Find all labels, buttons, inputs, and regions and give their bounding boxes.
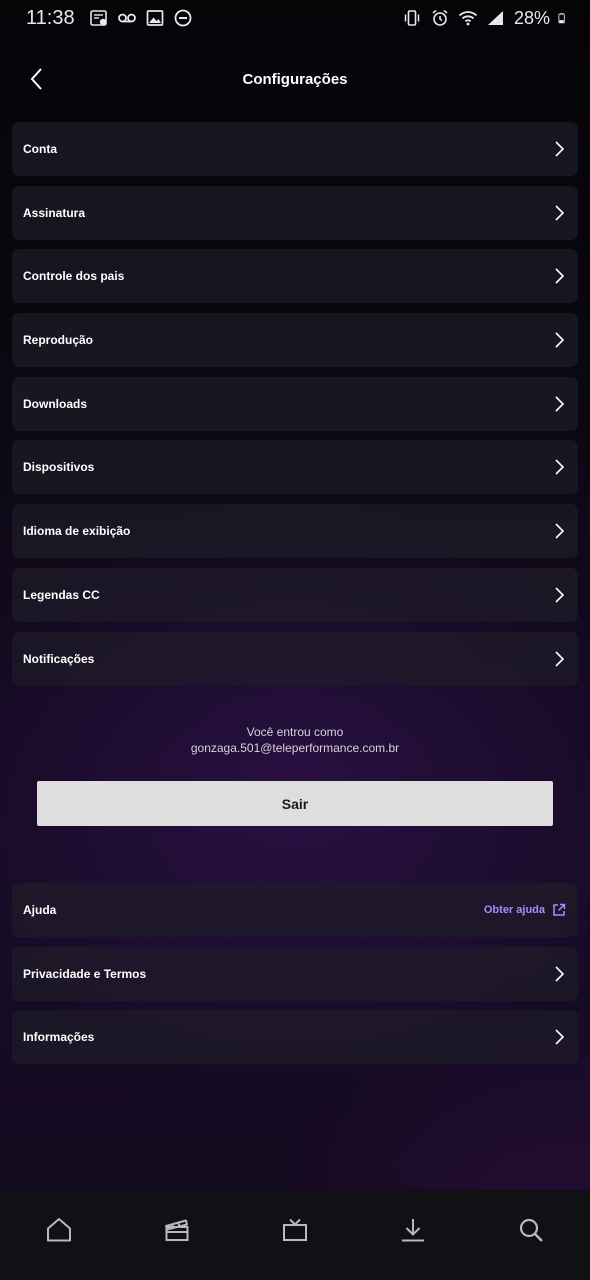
login-info: Você entrou como gonzaga.501@teleperform… xyxy=(0,724,590,756)
settings-item-label: Assinatura xyxy=(23,205,86,220)
settings-item-label: Privacidade e Termos xyxy=(23,966,147,981)
chevron-right-icon xyxy=(555,966,565,982)
tv-icon xyxy=(283,1218,307,1241)
chevron-right-icon xyxy=(555,205,565,221)
vibrate-icon xyxy=(404,10,420,26)
settings-item-label: Ajuda xyxy=(23,903,57,917)
chevron-right-icon xyxy=(555,650,565,667)
settings-item-legendas[interactable]: Legendas CC xyxy=(12,567,578,622)
settings-item-label: Downloads xyxy=(23,396,88,411)
settings-item-notificacoes[interactable]: Notificações xyxy=(12,631,578,686)
settings-item-label: Dispositivos xyxy=(23,460,95,475)
support-list: Ajuda Obter ajuda Privacidade e Termos I… xyxy=(12,883,578,1074)
status-time: 11:38 xyxy=(26,6,75,29)
chevron-right-icon xyxy=(555,587,565,603)
settings-item-downloads[interactable]: Downloads xyxy=(12,376,578,431)
settings-item-privacidade[interactable]: Privacidade e Termos xyxy=(12,946,578,1001)
battery-icon xyxy=(558,13,565,24)
account-email: gonzaga.501@teleperformance.com.br xyxy=(190,741,400,755)
signout-button[interactable]: Sair xyxy=(37,781,553,826)
settings-item-idioma[interactable]: Idioma de exibição xyxy=(12,504,578,559)
nav-movies[interactable] xyxy=(147,1216,207,1244)
chevron-right-icon xyxy=(555,332,565,348)
movies-icon xyxy=(165,1219,189,1241)
settings-list: Conta Assinatura Controle dos pais Repro… xyxy=(12,122,578,695)
settings-item-label: Controle dos pais xyxy=(23,269,125,284)
settings-item-label: Informações xyxy=(23,1030,95,1045)
nav-home[interactable] xyxy=(29,1216,89,1244)
get-help-label: Obter ajuda xyxy=(483,904,545,916)
settings-item-label: Conta xyxy=(23,142,57,156)
status-bar: 11:38 28% xyxy=(0,0,590,36)
nav-search[interactable] xyxy=(501,1216,561,1244)
settings-item-label: Reprodução xyxy=(23,333,94,348)
chevron-left-icon xyxy=(30,68,42,90)
settings-item-assinatura[interactable]: Assinatura xyxy=(12,185,578,240)
get-help-link[interactable]: Obter ajuda xyxy=(484,903,566,917)
image-icon xyxy=(146,10,163,26)
settings-item-ajuda[interactable]: Ajuda Obter ajuda xyxy=(12,883,578,937)
settings-item-label: Idioma de exibição xyxy=(23,524,131,539)
search-icon xyxy=(519,1218,543,1242)
do-not-disturb-icon xyxy=(174,9,191,27)
settings-item-label: Notificações xyxy=(23,651,95,666)
status-right: 28% xyxy=(402,8,570,29)
nav-downloads[interactable] xyxy=(383,1216,443,1244)
news-icon xyxy=(89,10,107,26)
chevron-right-icon xyxy=(555,1029,565,1045)
page-title: Configurações xyxy=(242,70,348,88)
settings-item-informacoes[interactable]: Informações xyxy=(12,1010,578,1065)
external-link-icon xyxy=(553,903,566,916)
wifi-icon xyxy=(458,11,478,26)
battery-percentage: 28% xyxy=(513,7,550,28)
alarm-icon xyxy=(432,9,448,26)
home-icon xyxy=(47,1218,71,1242)
settings-item-dispositivos[interactable]: Dispositivos xyxy=(12,440,578,495)
chevron-right-icon xyxy=(555,141,565,157)
bottom-nav xyxy=(0,1190,590,1280)
settings-item-conta[interactable]: Conta xyxy=(12,122,578,176)
settings-item-controle-dos-pais[interactable]: Controle dos pais xyxy=(12,249,578,304)
voicemail-icon xyxy=(117,13,136,23)
chevron-right-icon xyxy=(555,268,565,284)
settings-item-reproducao[interactable]: Reprodução xyxy=(12,313,578,368)
signal-icon xyxy=(487,11,503,25)
settings-item-label: Legendas CC xyxy=(23,587,100,602)
logged-in-as-label: Você entrou como xyxy=(246,725,344,739)
back-button[interactable] xyxy=(22,64,50,94)
chevron-right-icon xyxy=(555,523,565,539)
nav-tv[interactable] xyxy=(265,1216,325,1244)
header: Configurações xyxy=(0,56,590,102)
chevron-right-icon xyxy=(555,459,565,476)
downloads-icon xyxy=(402,1219,424,1242)
chevron-right-icon xyxy=(555,396,565,412)
status-left: 11:38 xyxy=(26,7,193,30)
